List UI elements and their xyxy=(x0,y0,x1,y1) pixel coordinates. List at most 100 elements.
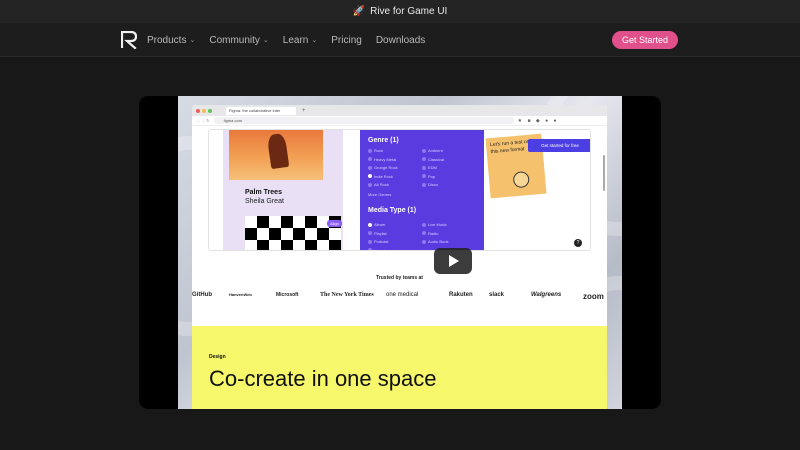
filter-option-label: Ambient xyxy=(428,148,443,153)
nav-products[interactable]: Products ⌄ xyxy=(147,35,195,46)
radio-icon xyxy=(368,231,372,235)
help-icon: ? xyxy=(574,239,582,247)
sticky-note-text: Let's run a test on this new format xyxy=(489,138,530,156)
brand-logo-hanvenweb: HanvenWeb xyxy=(229,292,252,297)
filter-option-label: Alt Rock xyxy=(374,182,389,187)
url-field: figma.com xyxy=(213,117,514,124)
section-headline: Co-create in one space xyxy=(209,366,437,391)
filter-option-label: EDM xyxy=(428,165,437,170)
get-started-button[interactable]: Get Started xyxy=(612,31,678,49)
nav-links: Products ⌄ Community ⌄ Learn ⌄ Pricing D… xyxy=(147,23,425,57)
brand-logo-nytimes: The New York Times xyxy=(320,292,374,298)
nav-downloads[interactable]: Downloads xyxy=(376,35,425,46)
radio-icon xyxy=(422,222,426,227)
brand-logo-onemedical: one medical xyxy=(386,292,419,298)
announcement-text[interactable]: Rive for Game UI xyxy=(370,6,447,17)
filter-option: Radio xyxy=(422,231,438,236)
filter-option-label: Pop xyxy=(428,173,436,179)
close-dot-icon xyxy=(196,108,200,113)
maximize-dot-icon xyxy=(208,108,212,113)
filter-option-label: Heavy Metal xyxy=(374,156,397,162)
more-genres-link: More Genres xyxy=(368,192,392,197)
radio-selected-icon xyxy=(368,222,372,227)
filter-option-label: Grunge Rock xyxy=(374,165,398,170)
song-title: Palm Trees xyxy=(245,189,282,196)
align-chip: Align xyxy=(327,220,342,227)
filter-option: Alt Rock xyxy=(368,182,389,187)
radio-icon xyxy=(368,165,372,170)
nav-pricing[interactable]: Pricing xyxy=(331,35,362,46)
play-icon xyxy=(449,255,459,267)
filter-option-label: Radio xyxy=(428,230,439,236)
browser-url-bar: ← → ↻ figma.com ★ ■ ◆ ● ● xyxy=(192,116,607,126)
nav-arrows-icon: ← → ↻ xyxy=(196,118,210,123)
filter-option: Pop xyxy=(422,174,435,179)
filter-option: Classical xyxy=(422,157,444,162)
palm-tree-icon xyxy=(266,132,290,170)
new-tab-icon: + xyxy=(302,107,306,114)
filter-option-label: Playlist xyxy=(374,230,387,236)
filter-option: Rock xyxy=(368,148,383,153)
radio-icon xyxy=(422,231,426,235)
nav-learn[interactable]: Learn ⌄ xyxy=(283,35,317,46)
filter-option-label: Audio Book xyxy=(428,239,449,244)
radio-icon xyxy=(368,239,372,244)
filter-option: Playlist xyxy=(368,231,387,236)
filter-option-label: Podcast xyxy=(374,239,389,244)
filter-option: Heavy Metal xyxy=(368,157,396,162)
design-section: Design Co-create in one space xyxy=(192,326,607,409)
filter-option: EDM xyxy=(422,165,437,170)
get-started-free-button: Get started for free xyxy=(528,139,590,152)
announcement-bar[interactable]: 🚀 Rive for Game UI xyxy=(0,0,800,23)
brand-logo-rakuten: Rakuten xyxy=(449,292,473,298)
filter-panel: Genre (1) Rock Ambient Heavy Metal Classica… xyxy=(360,130,484,251)
browser-scrollbar xyxy=(603,155,605,191)
chevron-down-icon: ⌄ xyxy=(311,37,318,44)
filter-option-label: Album xyxy=(374,222,386,227)
figma-demo-card: Palm Trees Sheila Great Align Genre (1) … xyxy=(208,129,591,251)
nav-community[interactable]: Community ⌄ xyxy=(209,35,268,46)
browser-window: Figma: the collaborative inter + ← → ↻ f… xyxy=(192,105,607,409)
radio-icon xyxy=(368,148,372,153)
filter-option: Grunge Rock xyxy=(368,165,398,170)
radio-icon xyxy=(368,157,372,161)
filter-option-label: Rock xyxy=(374,148,384,153)
smiley-face-icon xyxy=(512,170,530,189)
sticky-panel: Let's run a test on this new format Get … xyxy=(484,130,590,250)
radio-icon xyxy=(422,182,426,187)
radio-icon xyxy=(422,157,426,161)
browser-tab-bar: Figma: the collaborative inter + xyxy=(192,105,607,116)
chevron-down-icon: ⌄ xyxy=(262,37,269,44)
filter-option: Disco xyxy=(422,182,438,187)
filter-option-label: Indie Rock xyxy=(374,173,393,179)
rive-logo-icon[interactable] xyxy=(121,31,137,49)
filter-option: Podcast xyxy=(368,239,388,244)
filter-option: Ambient xyxy=(422,148,443,153)
radio-icon xyxy=(368,248,372,250)
radio-icon xyxy=(368,182,372,187)
video-frame: Figma: the collaborative inter + ← → ↻ f… xyxy=(178,96,622,409)
nav-community-label: Community xyxy=(209,34,260,46)
filter-option-label: Disco xyxy=(428,182,439,187)
filter-option: Audio Book xyxy=(422,239,448,244)
genre-heading: Genre (1) xyxy=(368,137,399,144)
filter-option: Indie Rock xyxy=(368,174,393,179)
filter-option-label: Interview xyxy=(374,247,391,251)
radio-selected-icon xyxy=(368,174,372,178)
chevron-down-icon: ⌄ xyxy=(189,37,196,44)
nav-learn-label: Learn xyxy=(282,34,309,46)
filter-option-label: Live Music xyxy=(428,222,447,227)
section-tag: Design xyxy=(209,354,226,360)
brand-logo-walgreens: Walgreens xyxy=(531,292,562,298)
brand-logo-github: GitHub xyxy=(192,292,212,298)
trusted-label: Trusted by teams at xyxy=(376,275,423,281)
filter-option-label: Classical xyxy=(428,156,445,162)
brand-logo-zoom: zoom xyxy=(583,292,604,301)
filter-option: Interview xyxy=(368,247,391,251)
minimize-dot-icon xyxy=(202,108,206,113)
video-player[interactable]: Figma: the collaborative inter + ← → ↻ f… xyxy=(139,96,661,409)
rocket-icon: 🚀 xyxy=(352,6,366,17)
play-button[interactable] xyxy=(434,248,472,274)
nav-products-label: Products xyxy=(147,34,187,46)
radio-icon xyxy=(422,148,426,153)
